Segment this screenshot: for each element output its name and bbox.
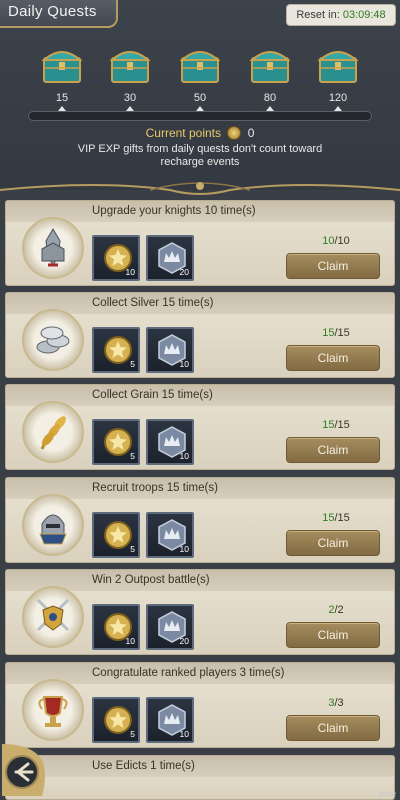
- reward-slot[interactable]: 10: [92, 235, 140, 281]
- quest-progress: 10/10: [306, 235, 366, 247]
- current-points: Current points 0: [0, 126, 400, 140]
- reward-count: 20: [179, 267, 189, 277]
- quest-title: Win 2 Outpost battle(s): [92, 574, 210, 586]
- reward-count: 20: [179, 636, 189, 646]
- reward-count: 10: [179, 544, 189, 554]
- claim-button[interactable]: Claim: [286, 530, 380, 556]
- reward-slot[interactable]: 5: [92, 512, 140, 558]
- progress-total: /2: [334, 604, 344, 616]
- reward-slot[interactable]: 5: [92, 419, 140, 465]
- quest-medallion: [22, 679, 84, 741]
- quest-medallion: [22, 586, 84, 648]
- quest-title: Upgrade your knights 10 time(s): [92, 205, 256, 217]
- reward-count: 5: [130, 451, 135, 461]
- reset-time: 03:09:48: [342, 9, 386, 21]
- reward-count: 5: [130, 544, 135, 554]
- progress-total: /15: [334, 327, 350, 339]
- reward-slot[interactable]: 20: [146, 604, 194, 650]
- reward-slot[interactable]: 10: [146, 512, 194, 558]
- vip-note: VIP EXP gifts from daily quests don't co…: [77, 143, 323, 168]
- treasure-chest-icon[interactable]: [178, 44, 222, 84]
- chest-threshold-label: 80: [263, 92, 277, 104]
- points-value: 0: [247, 126, 255, 140]
- quest-medallion: [22, 401, 84, 463]
- crossed-swords-shield-icon: [34, 596, 72, 638]
- quest-progress: 2/2: [306, 604, 366, 616]
- progress-done: 10: [322, 235, 335, 247]
- quest-title: Collect Silver 15 time(s): [92, 297, 214, 309]
- corner-mark: game: [378, 791, 396, 798]
- grain-wheat-icon: [34, 411, 72, 453]
- reward-slot[interactable]: 20: [146, 235, 194, 281]
- reset-timer: Reset in: 03:09:48: [286, 4, 396, 26]
- quest-title: Collect Grain 15 time(s): [92, 389, 213, 401]
- chest-threshold-label: 15: [55, 92, 69, 104]
- silver-coins-icon: [34, 319, 72, 361]
- treasure-chest-icon[interactable]: [40, 44, 84, 84]
- points-coin-icon: [227, 126, 242, 140]
- points-progress-bar: [28, 111, 372, 121]
- quest-title: Use Edicts 1 time(s): [92, 760, 195, 772]
- progress-done: 15: [322, 512, 335, 524]
- treasure-chest-icon[interactable]: [248, 44, 292, 84]
- reward-count: 10: [179, 451, 189, 461]
- quest-header-bar: [6, 756, 394, 777]
- quest-progress: 15/15: [306, 419, 366, 431]
- claim-button[interactable]: Claim: [286, 253, 380, 279]
- chest-threshold-label: 30: [123, 92, 137, 104]
- quest-list[interactable]: Upgrade your knights 10 time(s) 10 20 10…: [0, 196, 400, 800]
- quest-medallion: [22, 494, 84, 556]
- progress-total: /15: [334, 419, 350, 431]
- soldier-helmet-icon: [34, 504, 72, 546]
- knight-armor-icon: [34, 227, 72, 269]
- trophy-cup-icon: [34, 689, 72, 731]
- quest-card: Congratulate ranked players 3 time(s) 5 …: [5, 662, 395, 748]
- points-label: Current points: [145, 126, 221, 140]
- claim-button[interactable]: Claim: [286, 622, 380, 648]
- claim-button[interactable]: Claim: [286, 715, 380, 741]
- title-plate: Daily Quests: [0, 0, 118, 28]
- quest-medallion: [22, 309, 84, 371]
- page-title: Daily Quests: [8, 3, 97, 20]
- reward-slot[interactable]: 10: [146, 327, 194, 373]
- header-panel: Daily Quests Reset in: 03:09:48 15 30 50…: [0, 0, 400, 195]
- claim-button[interactable]: Claim: [286, 345, 380, 371]
- quest-card: Win 2 Outpost battle(s) 10 20 2/2 Claim: [5, 569, 395, 655]
- reward-count: 10: [179, 359, 189, 369]
- reward-slot[interactable]: 10: [146, 697, 194, 743]
- progress-total: /10: [334, 235, 350, 247]
- reward-slot[interactable]: 5: [92, 327, 140, 373]
- chest-threshold-label: 50: [193, 92, 207, 104]
- quest-card: Collect Silver 15 time(s) 5 10 15/15 Cla…: [5, 292, 395, 378]
- chest-threshold-label: 120: [328, 92, 348, 104]
- reward-count: 10: [179, 729, 189, 739]
- back-button[interactable]: [2, 740, 48, 796]
- quest-medallion: [22, 217, 84, 279]
- reward-slot[interactable]: 10: [92, 604, 140, 650]
- reward-count: 5: [130, 729, 135, 739]
- progress-total: /15: [334, 512, 350, 524]
- quest-card: Upgrade your knights 10 time(s) 10 20 10…: [5, 200, 395, 286]
- reward-count: 10: [125, 636, 135, 646]
- reset-label: Reset in:: [296, 9, 340, 21]
- quest-progress: 3/3: [306, 697, 366, 709]
- quest-title: Recruit troops 15 time(s): [92, 482, 218, 494]
- claim-button[interactable]: Claim: [286, 437, 380, 463]
- treasure-chest-icon[interactable]: [108, 44, 152, 84]
- progress-done: 15: [322, 327, 335, 339]
- treasure-chest-icon[interactable]: [316, 44, 360, 84]
- quest-progress: 15/15: [306, 512, 366, 524]
- quest-card-partial: Use Edicts 1 time(s): [5, 755, 395, 800]
- reward-count: 5: [130, 359, 135, 369]
- progress-total: /3: [334, 697, 344, 709]
- progress-done: 15: [322, 419, 335, 431]
- reward-slot[interactable]: 5: [92, 697, 140, 743]
- reward-count: 10: [125, 267, 135, 277]
- quest-progress: 15/15: [306, 327, 366, 339]
- reward-slot[interactable]: 10: [146, 419, 194, 465]
- quest-card: Recruit troops 15 time(s) 5 10 15/15 Cla…: [5, 477, 395, 563]
- quest-title: Congratulate ranked players 3 time(s): [92, 667, 285, 679]
- quest-card: Collect Grain 15 time(s) 5 10 15/15 Clai…: [5, 384, 395, 470]
